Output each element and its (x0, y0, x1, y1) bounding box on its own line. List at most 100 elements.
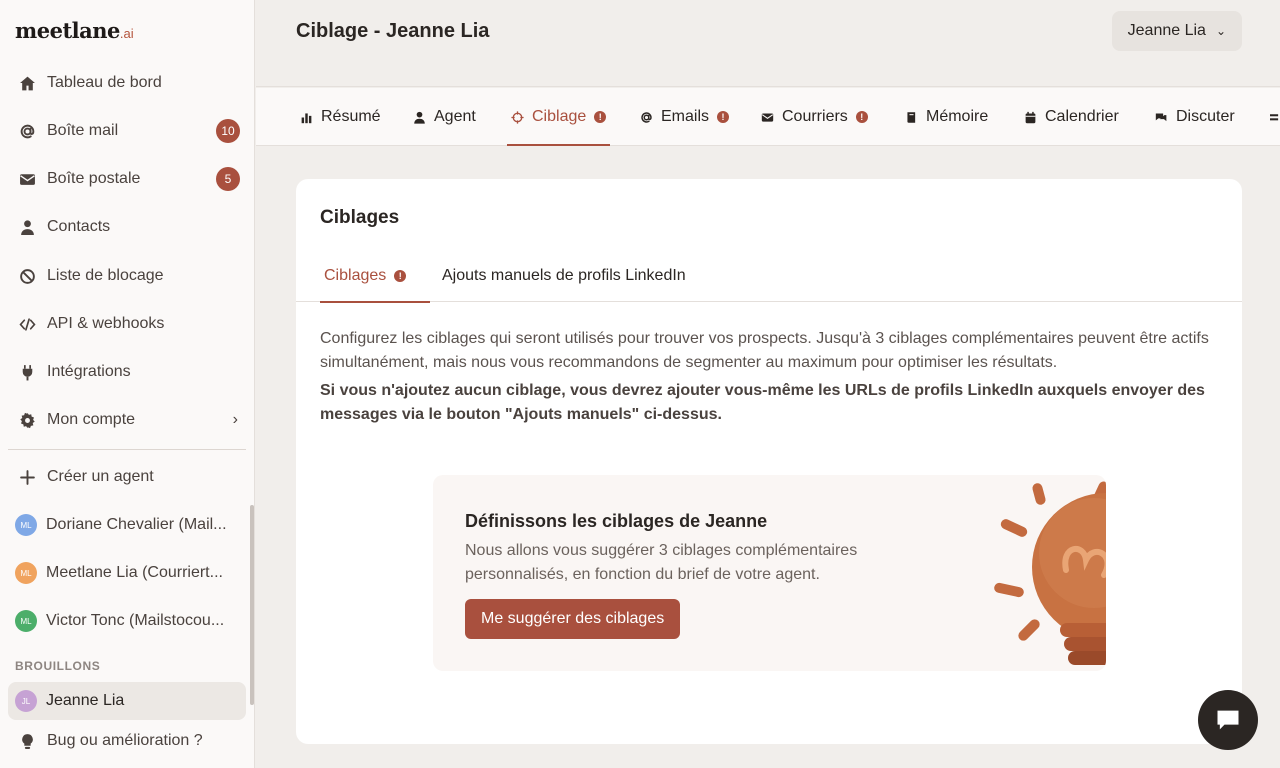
at-icon (640, 111, 653, 124)
tab-label: Emails (661, 108, 710, 125)
page-header: Ciblage - Jeanne Lia Jeanne Lia ⌄ (256, 0, 1280, 87)
sidebar-item-label: Mon compte (47, 411, 136, 428)
menu-icon (1270, 111, 1280, 124)
user-name: Jeanne Lia (1127, 22, 1206, 39)
chat-icon (1155, 111, 1168, 124)
tab-agent[interactable]: Agent (413, 88, 476, 146)
user-icon (18, 218, 36, 236)
user-icon (413, 111, 426, 124)
sidebar-item-label: API & webhooks (47, 315, 165, 332)
plus-icon (18, 468, 36, 486)
targeting-warning-text: Si vous n'ajoutez aucun ciblage, vous de… (320, 382, 1205, 423)
lightbulb-icon (18, 732, 36, 750)
app-logo[interactable]: meetlane.ai (15, 18, 134, 43)
sidebar-item-mailbox[interactable]: Boîte mail 10 (8, 111, 246, 151)
sidebar-item-label: Boîte postale (47, 170, 141, 187)
envelope-icon (18, 170, 36, 188)
mailbox-count-badge: 10 (216, 119, 240, 143)
targeting-card: Ciblages Ciblages ! Ajouts manuels de pr… (296, 179, 1242, 744)
agent-tabs: Résumé Agent Ciblage ! Emails ! Courrier… (256, 88, 1280, 146)
bar-chart-icon (300, 111, 313, 124)
tab-chat[interactable]: Discuter (1155, 88, 1235, 146)
warning-icon: ! (394, 269, 407, 282)
at-icon (18, 122, 36, 140)
sidebar-agent-item[interactable]: ML Meetlane Lia (Courriert... (8, 553, 246, 593)
subtab-label: Ajouts manuels de profils LinkedIn (442, 266, 686, 284)
sidebar-item-blocklist[interactable]: Liste de blocage (8, 256, 246, 296)
chat-icon (1217, 710, 1239, 730)
sidebar-agent-item[interactable]: ML Victor Tonc (Mailstocou... (8, 601, 246, 641)
tab-emails[interactable]: Emails ! (640, 88, 730, 146)
warning-icon: ! (855, 111, 868, 123)
tab-label: Mémoire (926, 108, 989, 125)
avatar: JL (15, 690, 37, 712)
tab-calendar[interactable]: Calendrier (1024, 88, 1119, 146)
subtab-manual-linkedin[interactable]: Ajouts manuels de profils LinkedIn (442, 249, 686, 302)
sidebar-scrollbar[interactable] (250, 505, 254, 705)
sidebar-agent-item[interactable]: ML Doriane Chevalier (Mail... (8, 505, 246, 545)
sidebar-item-label: Boîte mail (47, 122, 119, 139)
book-icon (905, 111, 918, 124)
sidebar-item-api[interactable]: API & webhooks (8, 304, 246, 344)
feedback-link[interactable]: Bug ou amélioration ? (8, 721, 246, 761)
tab-memory[interactable]: Mémoire (905, 88, 988, 146)
support-chat-button[interactable] (1198, 690, 1258, 750)
create-agent-button[interactable]: Créer un agent (8, 457, 246, 497)
envelope-icon (761, 111, 774, 124)
sidebar-item-label: Intégrations (47, 363, 131, 380)
sidebar-item-label: Bug ou amélioration ? (47, 732, 203, 749)
warning-icon: ! (594, 111, 607, 123)
sidebar: meetlane.ai Tableau de bord Boîte mail 1… (0, 0, 255, 768)
drafts-section-title: BROUILLONS (15, 659, 101, 673)
home-icon (18, 74, 36, 92)
sidebar-item-label: Liste de blocage (47, 267, 164, 284)
targeting-subtabs: Ciblages ! Ajouts manuels de profils Lin… (296, 249, 1242, 303)
tab-label: Calendrier (1045, 108, 1119, 125)
tab-label: Résumé (321, 108, 381, 125)
lightbulb-icon (994, 481, 1106, 665)
page-title: Ciblage - Jeanne Lia (296, 20, 490, 42)
tab-label: Discuter (1176, 108, 1235, 125)
sidebar-item-label: Créer un agent (47, 468, 154, 485)
sidebar-item-dashboard[interactable]: Tableau de bord (8, 63, 246, 103)
sidebar-item-label: Meetlane Lia (Courriert... (46, 564, 223, 581)
sidebar-draft-item[interactable]: JL Jeanne Lia (8, 682, 246, 720)
sidebar-item-integrations[interactable]: Intégrations (8, 352, 246, 392)
card-title: Ciblages (320, 207, 400, 228)
chevron-down-icon: ⌄ (1215, 24, 1226, 38)
sidebar-item-label: Tableau de bord (47, 74, 162, 91)
subtab-targetings[interactable]: Ciblages ! (319, 249, 431, 303)
sidebar-item-contacts[interactable]: Contacts (8, 207, 246, 247)
avatar: ML (15, 562, 37, 584)
tab-summary[interactable]: Résumé (300, 88, 381, 146)
warning-icon: ! (717, 111, 730, 123)
avatar: ML (15, 610, 37, 632)
ban-icon (18, 267, 36, 285)
tab-label: Ciblage (532, 108, 587, 125)
sidebar-item-account[interactable]: Mon compte › (8, 400, 246, 440)
tab-mail[interactable]: Courriers ! (761, 88, 868, 146)
crosshair-icon (511, 110, 524, 124)
tab-label: Courriers (782, 108, 848, 125)
tab-targeting[interactable]: Ciblage ! (506, 88, 611, 146)
suggestion-title: Définissons les ciblages de Jeanne (465, 511, 768, 531)
plug-icon (18, 363, 36, 381)
suggestion-text: Nous allons vous suggérer 3 ciblages com… (465, 542, 858, 583)
tab-label: Agent (434, 108, 476, 125)
avatar: ML (15, 514, 37, 536)
sidebar-item-label: Contacts (47, 218, 111, 235)
calendar-icon (1024, 111, 1037, 124)
gear-icon (18, 411, 36, 429)
sidebar-item-postbox[interactable]: Boîte postale 5 (8, 159, 246, 199)
suggestion-panel: Définissons les ciblages de Jeanne Nous … (433, 475, 1106, 671)
user-menu-button[interactable]: Jeanne Lia ⌄ (1111, 11, 1242, 51)
sidebar-item-label: Doriane Chevalier (Mail... (46, 516, 227, 533)
subtab-label: Ciblages (324, 266, 387, 284)
postbox-count-badge: 5 (216, 167, 240, 191)
sidebar-divider (8, 449, 246, 450)
suggest-targetings-button[interactable]: Me suggérer des ciblages (465, 599, 681, 639)
sidebar-item-label: Jeanne Lia (46, 692, 125, 709)
sidebar-item-label: Victor Tonc (Mailstocou... (46, 612, 225, 629)
chevron-right-icon: › (232, 411, 238, 428)
tab-more[interactable] (1270, 88, 1280, 146)
